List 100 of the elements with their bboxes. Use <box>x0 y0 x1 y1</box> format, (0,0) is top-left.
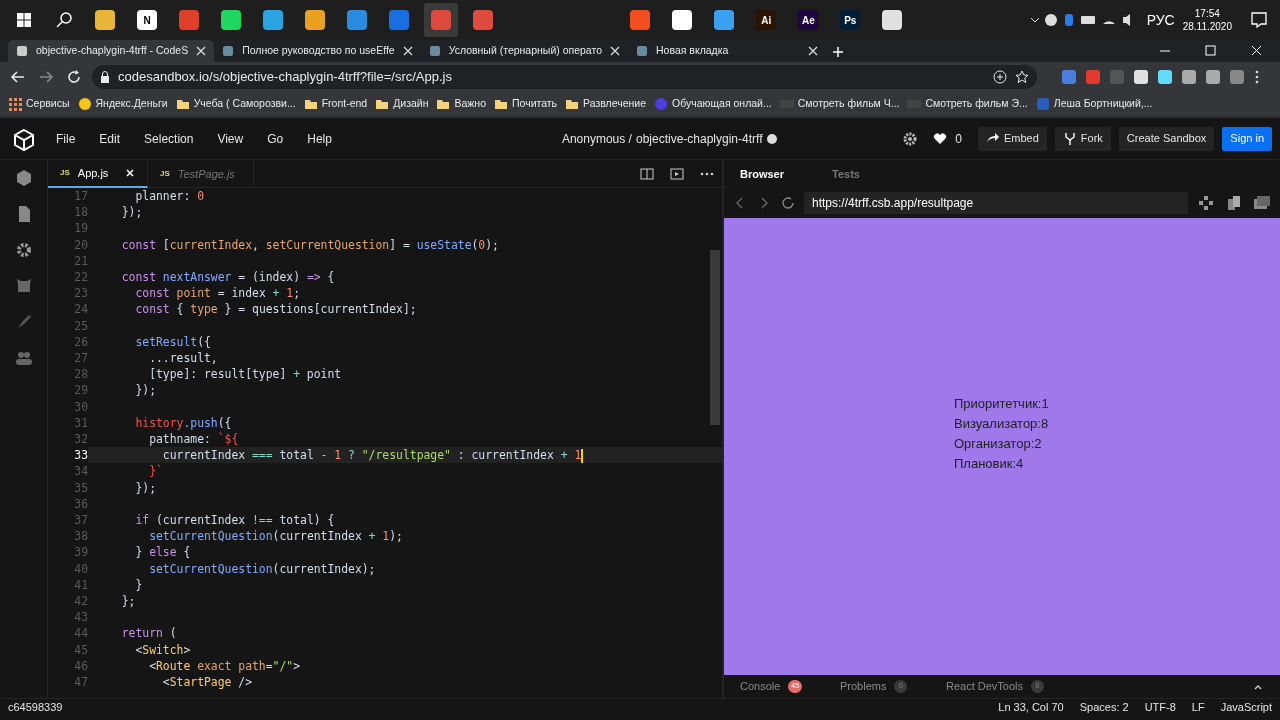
bookmark[interactable]: Учеба ( Саморозви... <box>175 96 296 112</box>
scrollbar-thumb[interactable] <box>710 250 720 425</box>
embed-button[interactable]: Embed <box>978 126 1047 151</box>
clock-date[interactable]: 28.11.2020 <box>1182 20 1232 33</box>
code-line: <Switch> <box>134 641 192 658</box>
tab-favicon-icon <box>16 45 28 57</box>
bookmark[interactable]: Сервисы <box>8 96 70 112</box>
close-icon[interactable] <box>402 46 413 56</box>
extension-icon[interactable] <box>1157 69 1173 85</box>
folder-icon <box>436 97 451 111</box>
extension-icon[interactable] <box>1181 69 1197 85</box>
bookmark[interactable]: Почитать <box>494 96 558 112</box>
line-number: 32 <box>73 431 88 448</box>
devtools-icon[interactable] <box>1196 193 1216 213</box>
bookmark[interactable]: Дизайн <box>375 96 429 112</box>
clock-time[interactable]: 17:54 <box>1194 7 1220 20</box>
line-number: 30 <box>73 398 88 415</box>
apps-icon <box>8 97 22 111</box>
folder-icon <box>565 97 580 111</box>
bookmark[interactable]: Леша Бортницкий,... <box>1035 96 1153 112</box>
line-number: 31 <box>73 414 88 432</box>
coin-icon <box>77 97 92 111</box>
line-number: 25 <box>73 317 88 334</box>
window-tab[interactable]: objective-chaplygin-4trff - CodeS <box>8 40 215 62</box>
close-icon[interactable] <box>610 46 620 56</box>
status-item[interactable]: JavaScript <box>1220 698 1272 716</box>
line-number: 22 <box>73 269 88 286</box>
bookmark[interactable]: Смотреть фильм Э... <box>907 96 1028 112</box>
js-label: JS <box>160 168 170 180</box>
folder-icon <box>303 97 318 111</box>
status-item[interactable]: LF <box>1191 698 1205 716</box>
tab-favicon-icon <box>222 45 235 57</box>
close-icon[interactable] <box>808 46 818 56</box>
status-item[interactable]: Spaces: 2 <box>1079 698 1129 716</box>
menu-item[interactable]: Go <box>267 129 284 148</box>
bookmark[interactable]: Развлечение <box>565 96 647 112</box>
create-button[interactable]: Create Sandbox <box>1118 126 1215 151</box>
extension-icon[interactable] <box>1205 69 1221 85</box>
heart-icon[interactable] <box>933 131 948 146</box>
extension-icon[interactable] <box>1133 69 1149 85</box>
editor-tab[interactable]: JS App.js <box>48 160 148 188</box>
js-label: JS <box>60 167 70 179</box>
star-icon[interactable] <box>1015 70 1029 84</box>
status-item[interactable]: UTF-8 <box>1144 698 1176 716</box>
line-number: 17 <box>73 188 88 205</box>
code-line: }); <box>120 204 144 221</box>
folder-icon <box>375 97 390 111</box>
bookmark[interactable]: Яндекс.Деньги <box>77 96 168 112</box>
line-number: 46 <box>73 657 88 675</box>
line-number: 44 <box>73 625 88 642</box>
line-number: 23 <box>73 285 88 302</box>
sign-in-button[interactable]: Sign in <box>1222 126 1272 151</box>
line-number: 20 <box>73 236 88 253</box>
code-line: pathname: `${ <box>148 431 240 448</box>
code-line: const nextAnswer = (index) => { <box>120 269 336 286</box>
fork-button[interactable]: Fork <box>1054 126 1111 151</box>
result-text: Приоритетчик:1 <box>954 394 1050 413</box>
editor-tab[interactable]: JS TestPage.js <box>148 160 254 188</box>
tab-favicon-icon <box>636 45 648 57</box>
line-number: 35 <box>73 479 88 496</box>
bookmark[interactable]: Front-end <box>303 96 368 112</box>
status-item[interactable]: Ln 33, Col 70 <box>998 698 1064 716</box>
add-icon[interactable] <box>993 70 1007 84</box>
fork-icon <box>1062 131 1077 146</box>
address-bar[interactable]: codesandbox.io/s/objective-chaplygin-4trff?file=/src/App.js <box>92 65 1037 89</box>
code-line: setCurrentQuestion(currentIndex + 1); <box>148 528 404 545</box>
menu-icon[interactable] <box>1253 69 1261 85</box>
code-line: const { type } = questions[currentIndex]; <box>134 301 418 318</box>
line-number: 24 <box>73 301 88 318</box>
preview-icon[interactable] <box>670 166 684 181</box>
code-line: setCurrentQuestion(currentIndex); <box>148 560 377 577</box>
preview-tab[interactable]: Browser <box>740 165 785 183</box>
bookmark[interactable]: Важно <box>436 96 486 112</box>
menu-item[interactable]: File <box>56 129 76 148</box>
reload-icon[interactable] <box>780 195 796 211</box>
close-icon[interactable] <box>196 46 207 56</box>
line-number: 26 <box>73 333 88 351</box>
line-number: 28 <box>73 366 88 383</box>
bookmark[interactable]: Смотреть фильм Ч... <box>779 96 900 112</box>
split-view-icon[interactable] <box>640 166 654 181</box>
url-field[interactable]: https://4trff.csb.app/resultpage <box>804 192 1188 214</box>
line-number: 37 <box>73 512 88 529</box>
menu-item[interactable]: Selection <box>144 129 194 148</box>
code-line: }); <box>134 382 157 399</box>
window-tab[interactable]: Новая вкладка <box>628 40 826 62</box>
menu-item[interactable]: Edit <box>99 129 121 148</box>
language-indicator[interactable]: РУС <box>1146 9 1175 31</box>
folder-icon <box>494 97 508 111</box>
window-tab[interactable]: Полное руководство по useEffe <box>214 40 421 62</box>
menu-item[interactable]: View <box>217 129 244 148</box>
preview-tab[interactable]: Tests <box>832 165 860 183</box>
line-number: 47 <box>73 674 88 691</box>
line-number: 19 <box>73 220 88 237</box>
menu-item[interactable]: Help <box>307 129 332 148</box>
bookmark[interactable]: Обучающая онлай... <box>654 96 772 112</box>
line-number: 36 <box>73 495 88 513</box>
globe-icon <box>766 132 779 145</box>
owner-label: Anonymous / <box>561 130 632 148</box>
window-tab[interactable]: Условный (тернарный) операто <box>420 40 628 62</box>
code-line: } else { <box>134 544 192 561</box>
